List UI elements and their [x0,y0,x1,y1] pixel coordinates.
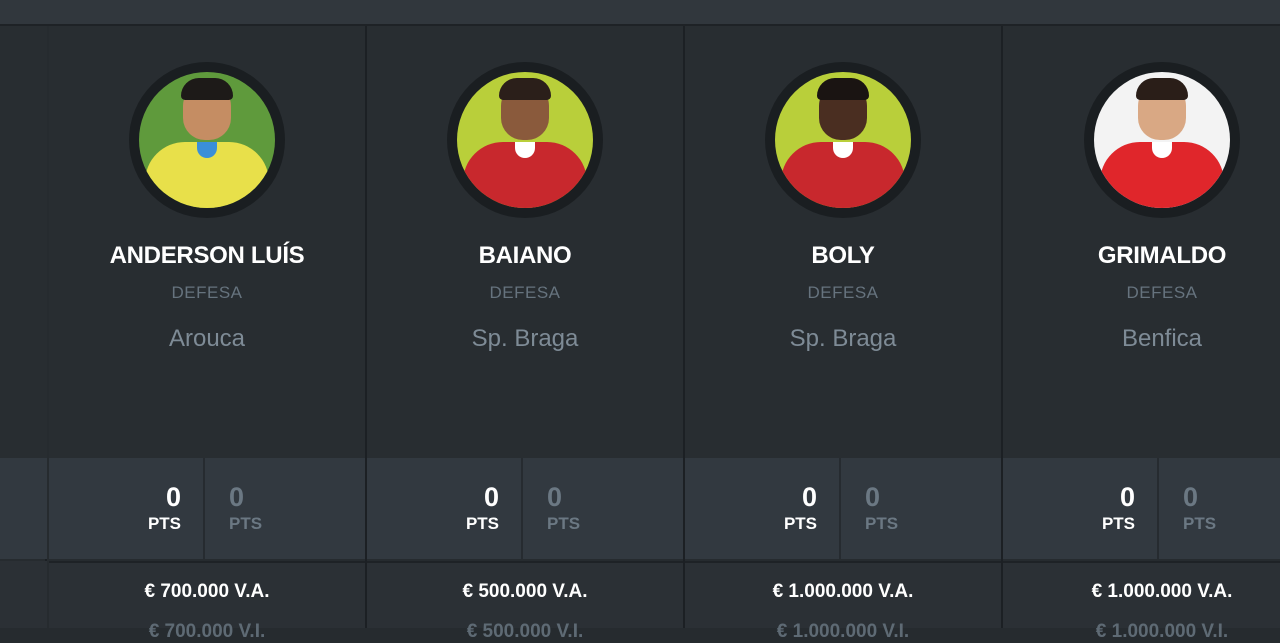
player-card[interactable]: GRIMALDO DEFESA Benfica 0 PTS 0 PTS € 1.… [1003,26,1280,642]
player-card-info: BOLY DEFESA Sp. Braga [685,26,1001,458]
photo-hair [1136,78,1188,100]
points-secondary-label: PTS [1183,514,1217,533]
points-primary-label: PTS [465,514,499,533]
points-secondary-label: PTS [229,514,263,533]
player-value-row: € 1.000.000 V.A. € 1.000.000 V.I. [685,561,1001,642]
player-position: DEFESA [807,283,879,302]
points-primary: 0 PTS [367,458,523,559]
player-photo [139,72,275,208]
player-card-partial[interactable] [0,26,47,628]
player-avatar [1084,62,1240,218]
player-card-info: ANDERSON LUÍS DEFESA Arouca [49,26,365,458]
player-value-row: € 1.000.000 V.A. € 1.000.000 V.I. [1003,561,1280,642]
player-name: ANDERSON LUÍS [109,242,305,269]
player-card-info: GRIMALDO DEFESA Benfica [1003,26,1280,458]
points-secondary: 0 PTS [843,458,1003,559]
player-card-info: BAIANO DEFESA Sp. Braga [367,26,683,458]
points-primary-value: 0 [801,482,817,512]
player-team: Arouca [168,325,246,352]
points-secondary-value: 0 [865,482,881,512]
photo-hair [817,78,869,100]
points-primary-value: 0 [1119,482,1135,512]
player-card-partial-value [0,561,47,628]
player-card-partial-top [0,26,47,458]
points-primary-label: PTS [147,514,181,533]
player-value: € 1.000.000 V.A. [1091,581,1233,602]
top-bar [0,0,1280,26]
player-value: € 700.000 V.A. [144,581,270,602]
photo-hair [181,78,233,100]
photo-hair [499,78,551,100]
player-value-row: € 500.000 V.A. € 500.000 V.I. [367,561,683,642]
player-position: DEFESA [171,283,243,302]
player-team: Sp. Braga [789,325,897,352]
points-secondary-value: 0 [1183,482,1199,512]
player-value: € 500.000 V.A. [462,581,588,602]
player-points-row: 0 PTS 0 PTS [49,458,365,559]
player-name: BOLY [811,242,875,269]
player-photo [775,72,911,208]
player-team: Sp. Braga [471,325,579,352]
points-primary: 0 PTS [685,458,841,559]
points-primary-label: PTS [783,514,817,533]
player-avatar [447,62,603,218]
player-initial-value: € 700.000 V.I. [148,621,266,642]
points-secondary-value: 0 [229,482,245,512]
player-card-partial-points [0,458,47,559]
player-avatar [765,62,921,218]
points-secondary-value: 0 [547,482,563,512]
points-primary-label: PTS [1101,514,1135,533]
points-secondary: 0 PTS [207,458,367,559]
player-points-row: 0 PTS 0 PTS [685,458,1001,559]
player-points-row: 0 PTS 0 PTS [1003,458,1280,559]
player-points-row: 0 PTS 0 PTS [367,458,683,559]
player-card[interactable]: BAIANO DEFESA Sp. Braga 0 PTS 0 PTS € 50… [367,26,685,642]
player-initial-value: € 1.000.000 V.I. [776,621,910,642]
player-value-row: € 700.000 V.A. € 700.000 V.I. [49,561,365,642]
points-primary-value: 0 [483,482,499,512]
player-initial-value: € 500.000 V.I. [466,621,584,642]
points-secondary: 0 PTS [525,458,685,559]
player-avatar [129,62,285,218]
points-primary: 0 PTS [1003,458,1159,559]
points-secondary-label: PTS [865,514,899,533]
player-card[interactable]: ANDERSON LUÍS DEFESA Arouca 0 PTS 0 PTS … [49,26,367,642]
player-team: Benfica [1121,325,1203,352]
points-secondary-label: PTS [547,514,581,533]
player-grid: ANDERSON LUÍS DEFESA Arouca 0 PTS 0 PTS … [0,26,1280,642]
player-initial-value: € 1.000.000 V.I. [1095,621,1229,642]
points-primary-value: 0 [165,482,181,512]
player-photo [457,72,593,208]
player-card[interactable]: BOLY DEFESA Sp. Braga 0 PTS 0 PTS € 1.00… [685,26,1003,642]
player-value: € 1.000.000 V.A. [772,581,914,602]
player-photo [1094,72,1230,208]
player-position: DEFESA [1126,283,1198,302]
player-position: DEFESA [489,283,561,302]
points-primary: 0 PTS [49,458,205,559]
player-name: BAIANO [478,242,572,269]
player-name: GRIMALDO [1097,242,1227,269]
points-secondary: 0 PTS [1161,458,1280,559]
